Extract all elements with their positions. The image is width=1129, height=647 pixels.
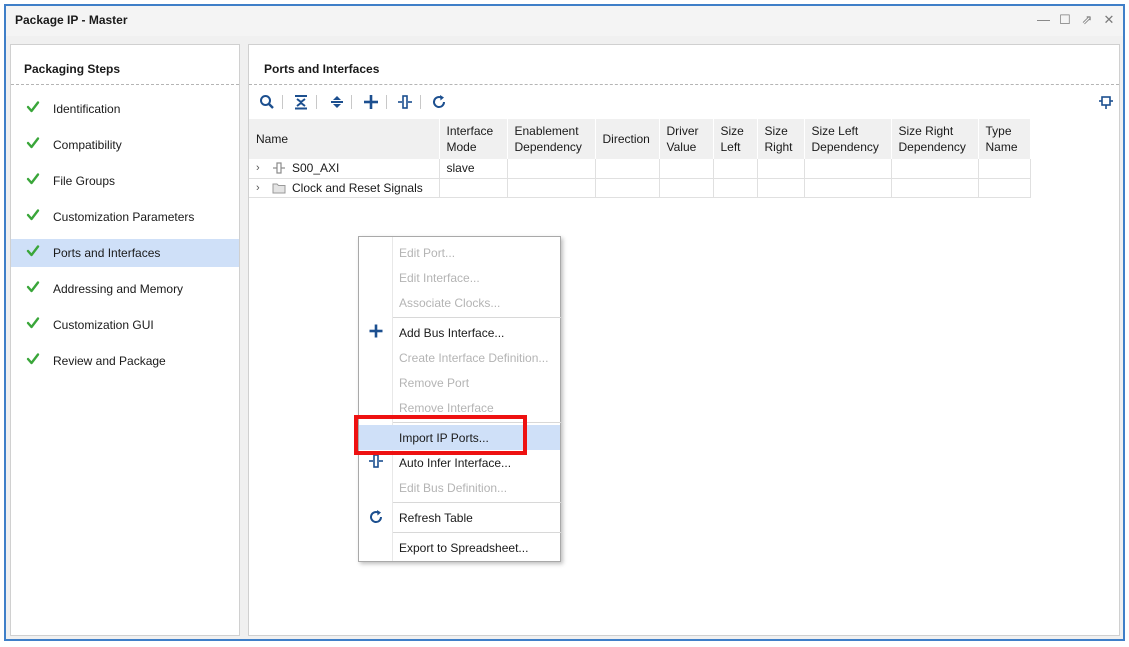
restore-icon[interactable]: ⇗ — [1081, 12, 1093, 28]
title-bar[interactable]: Package IP - Master — ☐ ⇗ ✕ — [6, 6, 1123, 36]
step-label: File Groups — [53, 174, 116, 188]
step-ports-and-interfaces[interactable]: Ports and Interfaces — [11, 239, 239, 267]
auto-infer-icon — [368, 454, 384, 470]
collapse-all-icon[interactable] — [291, 92, 311, 112]
minimize-icon[interactable]: — — [1037, 12, 1050, 28]
packaging-steps-panel: Packaging Steps Identification Compatibi… — [10, 44, 240, 636]
refresh-icon[interactable] — [429, 92, 449, 112]
ports-and-interfaces-header: Ports and Interfaces — [249, 45, 1119, 85]
toolbar-separator — [351, 95, 352, 109]
menu-separator — [393, 422, 561, 423]
column-header[interactable]: Size Right Dependency — [891, 119, 979, 159]
checkmark-icon — [26, 101, 40, 113]
step-label: Compatibility — [53, 138, 122, 152]
column-header[interactable]: Type Name — [978, 119, 1031, 159]
menu-separator — [393, 317, 561, 318]
step-label: Identification — [53, 102, 121, 116]
step-file-groups[interactable]: File Groups — [11, 167, 239, 195]
add-icon[interactable] — [361, 92, 381, 112]
column-header[interactable]: Interface Mode — [439, 119, 508, 159]
column-header[interactable]: Driver Value — [659, 119, 714, 159]
maximize-icon[interactable]: ☐ — [1059, 12, 1071, 28]
step-label: Ports and Interfaces — [53, 246, 161, 260]
expand-all-icon[interactable] — [327, 92, 347, 112]
column-header[interactable]: Name — [249, 119, 440, 159]
menu-item-auto-infer-interface[interactable]: Auto Infer Interface... — [359, 450, 560, 475]
menu-item-associate-clocks[interactable]: Associate Clocks... — [359, 290, 560, 315]
step-review-and-package[interactable]: Review and Package — [11, 347, 239, 375]
menu-item-add-bus-interface[interactable]: Add Bus Interface... — [359, 320, 560, 345]
column-header[interactable]: Direction — [595, 119, 660, 159]
window-controls: — ☐ ⇗ ✕ — [1037, 12, 1115, 28]
step-addressing-and-memory[interactable]: Addressing and Memory — [11, 275, 239, 303]
step-label: Customization GUI — [53, 318, 154, 332]
checkmark-icon — [26, 173, 40, 185]
ports-table: Name Interface Mode Enablement Dependency … — [249, 119, 1031, 198]
plus-icon — [368, 324, 384, 340]
menu-separator — [393, 532, 561, 533]
toolbar-separator — [282, 95, 283, 109]
column-header[interactable]: Size Left — [713, 119, 758, 159]
window-title: Package IP - Master — [15, 13, 128, 27]
checkmark-icon — [26, 209, 40, 221]
column-header[interactable]: Enablement Dependency — [507, 119, 596, 159]
menu-item-import-ip-ports[interactable]: Import IP Ports... — [359, 425, 560, 450]
menu-item-create-interface-definition[interactable]: Create Interface Definition... — [359, 345, 560, 370]
table-row[interactable]: › Clock and Reset Signals — [249, 178, 1031, 198]
table-row[interactable]: › S00_AXI slave — [249, 159, 1031, 179]
table-header-row: Name Interface Mode Enablement Dependency … — [249, 119, 1031, 159]
toolbar-separator — [386, 95, 387, 109]
toolbar-separator — [316, 95, 317, 109]
chevron-right-icon[interactable]: › — [256, 162, 266, 174]
close-icon[interactable]: ✕ — [1103, 12, 1115, 28]
menu-item-export-to-spreadsheet[interactable]: Export to Spreadsheet... — [359, 535, 560, 560]
chevron-right-icon[interactable]: › — [256, 182, 266, 194]
step-label: Customization Parameters — [53, 210, 195, 224]
menu-item-edit-port[interactable]: Edit Port... — [359, 240, 560, 265]
search-icon[interactable] — [257, 92, 277, 112]
ports-and-interfaces-title: Ports and Interfaces — [264, 62, 380, 76]
row-name: S00_AXI — [292, 161, 340, 176]
column-header[interactable]: Size Left Dependency — [804, 119, 892, 159]
step-customization-gui[interactable]: Customization GUI — [11, 311, 239, 339]
bus-interface-icon — [273, 162, 285, 174]
menu-separator — [393, 502, 561, 503]
package-ip-window: Package IP - Master — ☐ ⇗ ✕ Packaging St… — [4, 4, 1125, 641]
packaging-steps-header: Packaging Steps — [11, 45, 239, 85]
name-cell: › Clock and Reset Signals — [256, 181, 432, 195]
toolbar-separator — [420, 95, 421, 109]
steps-list: Identification Compatibility File Groups… — [11, 95, 239, 383]
step-label: Addressing and Memory — [53, 282, 184, 296]
checkmark-icon — [26, 281, 40, 293]
context-menu: Edit Port... Edit Interface... Associate… — [358, 236, 561, 562]
ports-toolbar — [249, 89, 1119, 115]
column-header[interactable]: Size Right — [757, 119, 805, 159]
interface-mode-cell — [439, 178, 508, 198]
menu-item-remove-interface[interactable]: Remove Interface — [359, 395, 560, 420]
step-identification[interactable]: Identification — [11, 95, 239, 123]
step-compatibility[interactable]: Compatibility — [11, 131, 239, 159]
checkmark-icon — [26, 353, 40, 365]
packaging-steps-title: Packaging Steps — [24, 62, 121, 76]
menu-item-refresh-table[interactable]: Refresh Table — [359, 505, 560, 530]
step-label: Review and Package — [53, 354, 166, 368]
row-name: Clock and Reset Signals — [292, 180, 423, 195]
folder-icon — [272, 183, 286, 193]
pin-icon[interactable] — [1096, 92, 1116, 112]
menu-item-remove-port[interactable]: Remove Port — [359, 370, 560, 395]
menu-item-edit-bus-definition[interactable]: Edit Bus Definition... — [359, 475, 560, 500]
name-cell: › S00_AXI — [256, 161, 432, 175]
auto-infer-icon[interactable] — [395, 92, 415, 112]
refresh-icon — [368, 509, 384, 525]
step-customization-parameters[interactable]: Customization Parameters — [11, 203, 239, 231]
checkmark-icon — [26, 137, 40, 149]
menu-item-edit-interface[interactable]: Edit Interface... — [359, 265, 560, 290]
interface-mode-cell: slave — [439, 159, 508, 179]
checkmark-icon — [26, 245, 40, 257]
checkmark-icon — [26, 317, 40, 329]
